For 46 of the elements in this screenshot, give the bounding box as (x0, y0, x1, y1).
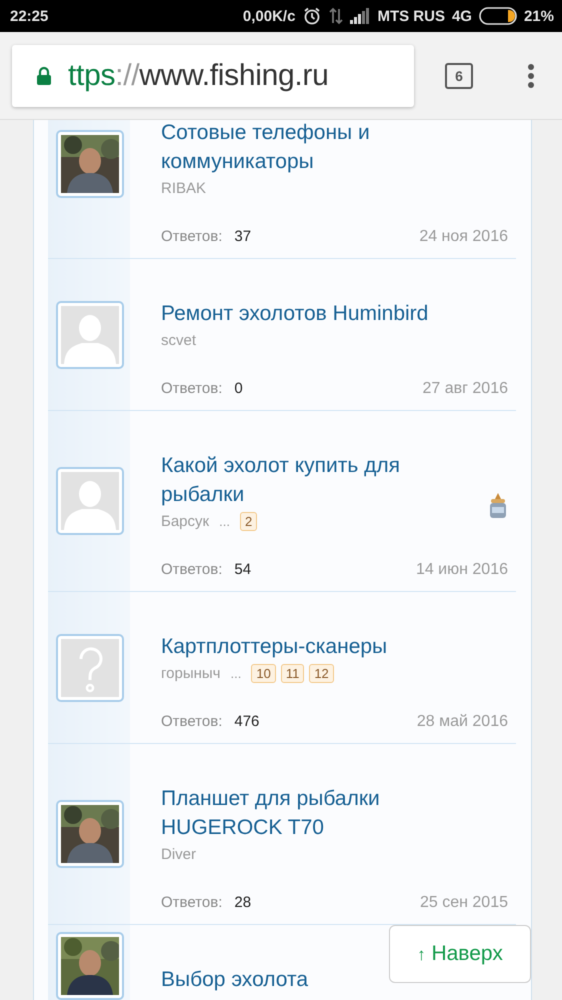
replies-label: Ответов: (161, 713, 222, 730)
thread-title-link[interactable]: Планшет для рыбалки HUGEROCK T70 (161, 784, 461, 842)
replies-label: Ответов: (161, 561, 222, 578)
clock-time: 22:25 (10, 8, 48, 24)
url-text: ttps://www.fishing.ru (68, 58, 328, 92)
author-name: RIBAK (161, 180, 206, 196)
author-name: Diver (161, 846, 196, 862)
tab-count-button[interactable]: 6 (445, 62, 473, 88)
replies-count: 54 (234, 561, 252, 578)
back-to-top-button[interactable]: ↑ Наверх (389, 925, 531, 983)
thread-title-link[interactable]: Выбор эхолота (161, 965, 308, 994)
replies-count: 28 (234, 894, 252, 911)
page-link[interactable]: 2 (240, 512, 258, 530)
replies-count: 37 (234, 228, 252, 245)
address-bar[interactable]: ttps://www.fishing.ru (12, 44, 414, 106)
page-link[interactable]: 12 (309, 664, 334, 682)
thread-date: 24 ноя 2016 (419, 228, 508, 246)
thread-title-link[interactable]: Ремонт эхолотов Huminbird (161, 299, 428, 328)
battery-icon (478, 7, 517, 25)
replies-count: 0 (234, 380, 243, 397)
replies-count: 476 (234, 713, 260, 730)
ellipsis-text: ... (219, 514, 230, 528)
network-type: 4G (452, 8, 472, 24)
thread-title-link[interactable]: Сотовые телефоны и коммуникаторы (161, 120, 461, 176)
replies-label: Ответов: (161, 228, 222, 245)
author-name: scvet (161, 332, 196, 348)
thread-title-link[interactable]: Картплоттеры-сканеры (161, 632, 388, 661)
author-name: Барсук (161, 512, 210, 530)
network-speed: 0,00K/с (242, 8, 296, 24)
data-arrows-icon (329, 7, 344, 25)
replies-label: Ответов: (161, 894, 222, 911)
thread-date: 27 авг 2016 (422, 380, 508, 398)
page-link[interactable]: 10 (251, 664, 276, 682)
author-name: горыныч (161, 664, 220, 682)
replies-label: Ответов: (161, 380, 222, 397)
battery-percent: 21% (524, 8, 554, 24)
carrier-name: MTS RUS (377, 8, 445, 24)
thread-date: 25 сен 2015 (420, 894, 508, 912)
thread-title-link[interactable]: Какой эхолот купить для рыбалки (161, 451, 461, 509)
menu-icon[interactable] (527, 62, 535, 88)
thread-date: 14 июн 2016 (416, 561, 508, 579)
ellipsis-text: ... (230, 666, 242, 680)
thread-date: 28 май 2016 (416, 713, 508, 731)
signal-icon (350, 8, 370, 24)
alarm-clock-icon (302, 7, 322, 25)
page-link[interactable]: 11 (280, 664, 304, 682)
